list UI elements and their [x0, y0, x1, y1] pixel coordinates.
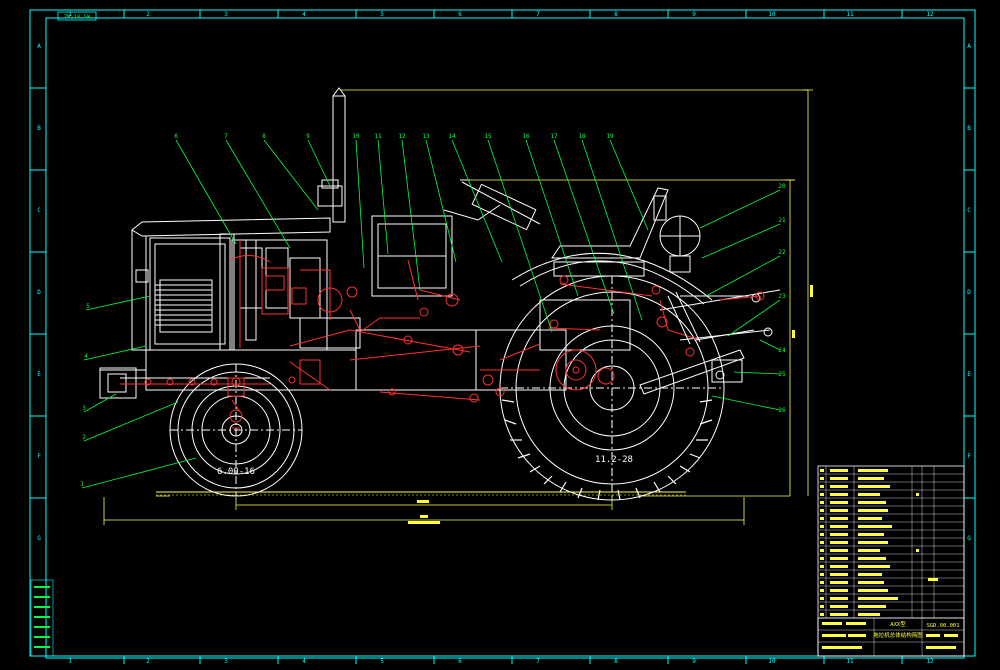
model-label: AXX型: [890, 620, 906, 628]
front-tire-label: 6.00-16: [217, 467, 255, 477]
corner-tag: 7M-18-5W: [57, 11, 97, 21]
callout: 16: [522, 133, 530, 140]
row-label: A: [37, 43, 41, 50]
col-label: 7: [536, 11, 540, 18]
row-label: E: [967, 371, 971, 378]
callout: 18: [578, 133, 586, 140]
red-components: [120, 240, 765, 429]
callout: 13: [422, 133, 430, 140]
row-label: C: [967, 207, 971, 214]
frame-row-labels-right: A B C D E F G: [967, 43, 971, 542]
callout: 22: [778, 249, 786, 256]
col-label: 3: [224, 11, 228, 18]
callout: 14: [448, 133, 456, 140]
col-label: 6: [458, 11, 462, 18]
col-label: 2: [146, 658, 150, 665]
callout: 1: [80, 481, 84, 488]
callout: 21: [778, 217, 786, 224]
col-label: 11: [846, 658, 854, 665]
col-label: 7: [536, 658, 540, 665]
col-label: 8: [614, 11, 618, 18]
row-label: F: [37, 453, 41, 460]
parts-list-table: SGD.00.001 AXX型 拖拉机总体结构简图: [817, 465, 965, 657]
callout: 17: [550, 133, 558, 140]
row-label: G: [967, 535, 971, 542]
row-label: G: [37, 535, 41, 542]
drawing-number: SGD.00.001: [926, 623, 959, 629]
row-label: E: [37, 371, 41, 378]
col-label: 4: [302, 11, 306, 18]
callout: 26: [778, 407, 786, 414]
frame-column-labels-bottom: 1 2 3 4 5 6 7 8 9 10 11 12: [68, 658, 934, 665]
callout: 11: [374, 133, 382, 140]
callout: 12: [398, 133, 406, 140]
callout: 24: [778, 347, 786, 354]
revision-block: [30, 579, 54, 657]
col-label: 5: [380, 11, 384, 18]
leader-lines: [81, 139, 781, 489]
row-label: A: [967, 43, 971, 50]
callout: 2: [82, 434, 86, 441]
row-label: B: [37, 125, 41, 132]
col-label: 6: [458, 658, 462, 665]
frame-row-labels-left: A B C D E F G: [37, 43, 41, 542]
callout: 7: [224, 133, 228, 140]
callout: 6: [174, 133, 178, 140]
rear-wheel: [499, 275, 725, 501]
col-label: 1: [68, 658, 72, 665]
row-label: D: [37, 289, 41, 296]
row-label: B: [967, 125, 971, 132]
col-label: 10: [768, 11, 776, 18]
col-label: 12: [926, 658, 934, 665]
callout: 10: [352, 133, 360, 140]
drawing-frame: [29, 9, 976, 659]
callout: 20: [778, 183, 786, 190]
row-label: F: [967, 453, 971, 460]
callout: 9: [306, 133, 310, 140]
frame-row-ticks: [30, 87, 975, 499]
col-label: 5: [380, 658, 384, 665]
drawing-title: 拖拉机总体结构简图: [873, 631, 923, 639]
col-label: 11: [846, 11, 854, 18]
callout: 3: [82, 405, 86, 412]
col-label: 9: [692, 658, 696, 665]
callout: 25: [778, 371, 786, 378]
callout: 8: [262, 133, 266, 140]
col-label: 12: [926, 11, 934, 18]
callout: 23: [778, 293, 786, 300]
lift-arm-assembly: [659, 215, 755, 345]
col-label: 3: [224, 658, 228, 665]
rear-tire-label: 11.2-28: [595, 455, 633, 465]
col-label: 4: [302, 658, 306, 665]
callout: 19: [606, 133, 614, 140]
row-label: D: [967, 289, 971, 296]
callout: 5: [86, 303, 90, 310]
col-label: 10: [768, 658, 776, 665]
callout: 15: [484, 133, 492, 140]
col-label: 2: [146, 11, 150, 18]
col-label: 8: [614, 658, 618, 665]
callout: 4: [84, 353, 88, 360]
cad-viewport[interactable]: 1 2 3 4 5 6 7 8 9 10 11 12 1 2 3 4 5 6 7…: [0, 0, 1000, 666]
corner-tag-text: 7M-18-5W: [64, 15, 91, 21]
tractor-outline: [99, 87, 781, 399]
col-label: 9: [692, 11, 696, 18]
frame-column-labels-top: 1 2 3 4 5 6 7 8 9 10 11 12: [68, 11, 934, 18]
row-label: C: [37, 207, 41, 214]
frame-column-ticks: [123, 10, 903, 664]
